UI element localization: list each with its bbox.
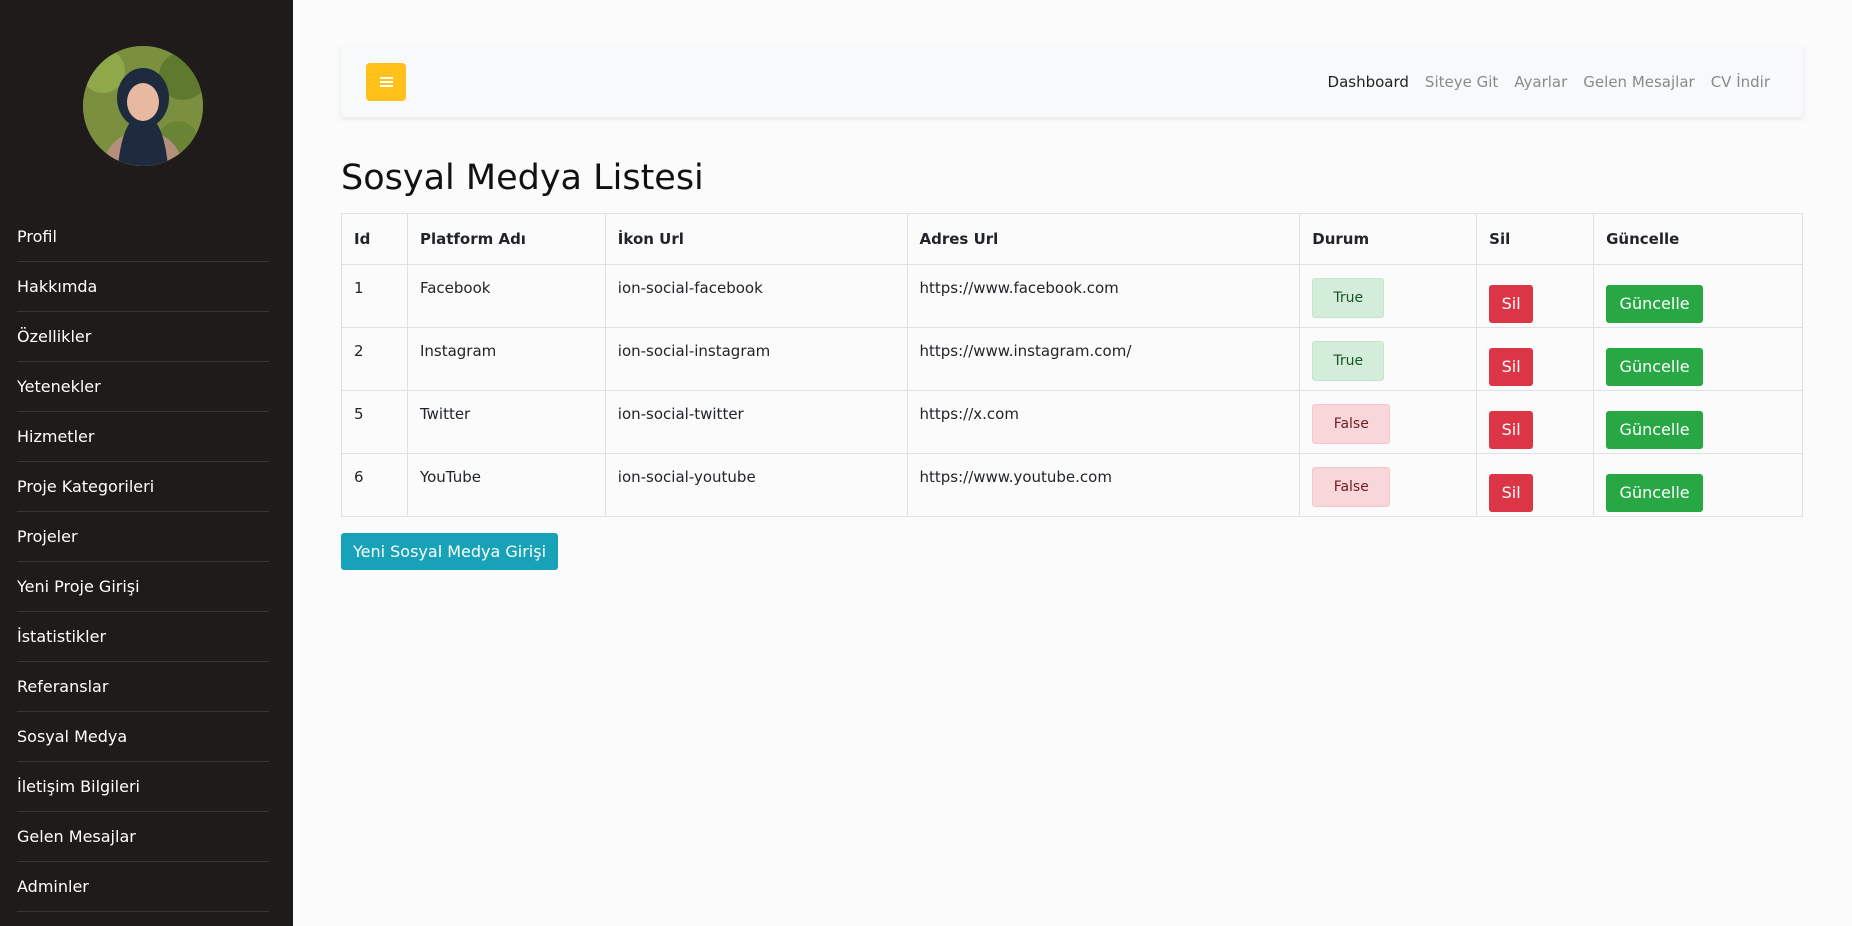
table-row: 1 Facebook ion-social-facebook https://w… xyxy=(341,264,1803,328)
sidebar-item-yeni-proje-girisi[interactable]: Yeni Proje Girişi xyxy=(17,562,269,612)
cell-delete: Sil xyxy=(1476,327,1595,391)
cell-id: 5 xyxy=(341,390,408,454)
nav-link-gelen-mesajlar[interactable]: Gelen Mesajlar xyxy=(1583,73,1694,91)
column-header-id: Id xyxy=(341,213,408,265)
update-button[interactable]: Güncelle xyxy=(1606,411,1704,449)
cell-address-url: https://www.facebook.com xyxy=(906,264,1301,328)
sidebar-item-iletisim-bilgileri[interactable]: İletişim Bilgileri xyxy=(17,762,269,812)
delete-button[interactable]: Sil xyxy=(1489,411,1534,449)
status-badge: True xyxy=(1312,278,1385,318)
sidebar-item-gelen-mesajlar[interactable]: Gelen Mesajlar xyxy=(17,812,269,862)
cell-icon-url: ion-social-instagram xyxy=(604,327,908,391)
cell-status: True xyxy=(1299,327,1478,391)
cell-icon-url: ion-social-youtube xyxy=(604,453,908,517)
cell-platform: Instagram xyxy=(406,327,606,391)
update-button[interactable]: Güncelle xyxy=(1606,348,1704,386)
table-row: 6 YouTube ion-social-youtube https://www… xyxy=(341,453,1803,517)
top-navbar: Dashboard Siteye Git Ayarlar Gelen Mesaj… xyxy=(341,46,1803,117)
top-nav-links: Dashboard Siteye Git Ayarlar Gelen Mesaj… xyxy=(1312,46,1770,117)
cell-id: 1 xyxy=(341,264,408,328)
update-button[interactable]: Güncelle xyxy=(1606,474,1704,512)
cell-delete: Sil xyxy=(1476,264,1595,328)
sidebar-item-label: Hizmetler xyxy=(17,427,95,446)
column-header-update: Güncelle xyxy=(1593,213,1803,265)
sidebar-item-referanslar[interactable]: Referanslar xyxy=(17,662,269,712)
cell-address-url: https://www.youtube.com xyxy=(906,453,1301,517)
sidebar-item-istatistikler[interactable]: İstatistikler xyxy=(17,612,269,662)
column-header-icon-url: İkon Url xyxy=(604,213,908,265)
sidebar-item-label: Profil xyxy=(17,227,57,246)
sidebar-item-label: Yetenekler xyxy=(17,377,101,396)
update-button[interactable]: Güncelle xyxy=(1606,285,1704,323)
sidebar-item-label: Referanslar xyxy=(17,677,109,696)
sidebar-item-hizmetler[interactable]: Hizmetler xyxy=(17,412,269,462)
cell-update: Güncelle xyxy=(1593,453,1803,517)
nav-link-ayarlar[interactable]: Ayarlar xyxy=(1514,73,1567,91)
sidebar: Profil Hakkımda Özellikler Yetenekler Hi… xyxy=(0,0,293,926)
column-header-delete: Sil xyxy=(1476,213,1595,265)
avatar xyxy=(83,46,203,166)
cell-icon-url: ion-social-facebook xyxy=(604,264,908,328)
cell-platform: Twitter xyxy=(406,390,606,454)
delete-button[interactable]: Sil xyxy=(1489,474,1534,512)
table-row: 5 Twitter ion-social-twitter https://x.c… xyxy=(341,390,1803,454)
sidebar-nav: Profil Hakkımda Özellikler Yetenekler Hi… xyxy=(17,212,269,912)
page-title: Sosyal Medya Listesi xyxy=(341,158,704,198)
sidebar-item-label: Sosyal Medya xyxy=(17,727,128,746)
cell-status: False xyxy=(1299,390,1478,454)
cell-address-url: https://www.instagram.com/ xyxy=(906,327,1301,391)
sidebar-item-yetenekler[interactable]: Yetenekler xyxy=(17,362,269,412)
status-badge: False xyxy=(1312,467,1391,507)
table-row: 2 Instagram ion-social-instagram https:/… xyxy=(341,327,1803,391)
column-header-status: Durum xyxy=(1299,213,1478,265)
cell-id: 2 xyxy=(341,327,408,391)
delete-button[interactable]: Sil xyxy=(1489,348,1534,386)
sidebar-item-label: İstatistikler xyxy=(17,627,107,646)
sidebar-item-label: Adminler xyxy=(17,877,89,896)
sidebar-item-projeler[interactable]: Projeler xyxy=(17,512,269,562)
new-social-media-button[interactable]: Yeni Sosyal Medya Girişi xyxy=(341,533,558,570)
delete-button[interactable]: Sil xyxy=(1489,285,1534,323)
cell-platform: Facebook xyxy=(406,264,606,328)
sidebar-toggle-button[interactable] xyxy=(366,63,406,101)
status-badge: True xyxy=(1312,341,1385,381)
sidebar-item-label: Yeni Proje Girişi xyxy=(17,577,140,596)
sidebar-item-sosyal-medya[interactable]: Sosyal Medya xyxy=(17,712,269,762)
sidebar-item-profil[interactable]: Profil xyxy=(17,212,269,262)
social-media-table: Id Platform Adı İkon Url Adres Url Durum… xyxy=(341,213,1803,517)
table-header-row: Id Platform Adı İkon Url Adres Url Durum… xyxy=(341,213,1803,265)
cell-platform: YouTube xyxy=(406,453,606,517)
status-badge: False xyxy=(1312,404,1391,444)
cell-update: Güncelle xyxy=(1593,264,1803,328)
cell-icon-url: ion-social-twitter xyxy=(604,390,908,454)
cell-update: Güncelle xyxy=(1593,327,1803,391)
sidebar-item-label: Projeler xyxy=(17,527,78,546)
nav-link-dashboard[interactable]: Dashboard xyxy=(1328,73,1409,91)
nav-link-siteye-git[interactable]: Siteye Git xyxy=(1425,73,1498,91)
sidebar-item-label: Hakkımda xyxy=(17,277,98,296)
sidebar-item-hakkimda[interactable]: Hakkımda xyxy=(17,262,269,312)
sidebar-item-label: İletişim Bilgileri xyxy=(17,777,140,796)
bars-icon xyxy=(379,77,393,87)
sidebar-item-label: Özellikler xyxy=(17,327,92,346)
sidebar-item-proje-kategorileri[interactable]: Proje Kategorileri xyxy=(17,462,269,512)
cell-update: Güncelle xyxy=(1593,390,1803,454)
sidebar-item-label: Proje Kategorileri xyxy=(17,477,155,496)
cell-address-url: https://x.com xyxy=(906,390,1301,454)
cell-id: 6 xyxy=(341,453,408,517)
column-header-platform: Platform Adı xyxy=(406,213,606,265)
cell-delete: Sil xyxy=(1476,390,1595,454)
sidebar-item-adminler[interactable]: Adminler xyxy=(17,862,269,912)
cell-status: True xyxy=(1299,264,1478,328)
nav-link-cv-indir[interactable]: CV İndir xyxy=(1711,73,1770,91)
column-header-address-url: Adres Url xyxy=(906,213,1301,265)
cell-status: False xyxy=(1299,453,1478,517)
cell-delete: Sil xyxy=(1476,453,1595,517)
sidebar-item-label: Gelen Mesajlar xyxy=(17,827,136,846)
sidebar-item-ozellikler[interactable]: Özellikler xyxy=(17,312,269,362)
